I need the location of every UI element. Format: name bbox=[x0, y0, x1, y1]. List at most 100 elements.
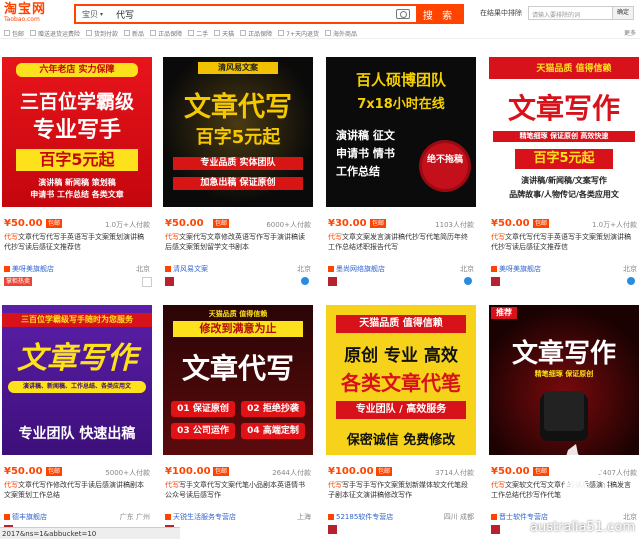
product-price: ¥100.00 bbox=[328, 466, 374, 477]
checkbox[interactable] bbox=[278, 30, 285, 36]
category-label: 宝贝 bbox=[82, 9, 98, 19]
seal-icon bbox=[422, 143, 468, 189]
tmall-icon bbox=[328, 277, 337, 286]
product-title[interactable]: 代写文章文案发言演讲稿代抄写代笔简历年终工作总结述职报告代写 bbox=[328, 232, 474, 262]
product-image[interactable]: 三百位学霸级写手随时为您服务 文章写作 演讲稿、新闻稿、工作总结、各类应用文 专… bbox=[2, 305, 152, 455]
shop-icon bbox=[491, 266, 497, 272]
checkbox[interactable] bbox=[324, 30, 331, 36]
checkbox[interactable] bbox=[30, 30, 37, 36]
product-image[interactable]: 天猫品质 值得信赖 文章写作 精笔细琢 保证原创 高效快速 百字5元起 演讲稿/… bbox=[489, 57, 639, 207]
filter-item[interactable]: 7+天内退货 bbox=[278, 29, 319, 38]
filter-item[interactable]: 正品保障 bbox=[240, 29, 272, 38]
product-title[interactable]: 代写文章代写作修改代写手读后感演讲稿剧本文案策划工作总结 bbox=[4, 480, 150, 510]
product-card[interactable]: 六年老店 实力保障 三百位学霸级 专业写手 百字5元起 演讲稿 新闻稿 策划稿 … bbox=[2, 57, 152, 287]
checkbox[interactable] bbox=[214, 30, 221, 36]
wangwang-icon[interactable] bbox=[142, 277, 152, 287]
product-card[interactable]: 百人硕博团队 7x18小时在线 演讲稿 征文 申请书 情书 工作总结 绝不拖稿 … bbox=[326, 57, 476, 287]
filter-item[interactable]: 天猫 bbox=[214, 29, 234, 38]
product-price: ¥30.00 bbox=[328, 218, 367, 229]
free-shipping-badge: 包邮 bbox=[376, 467, 393, 476]
tmall-badge bbox=[328, 525, 337, 534]
shop-link[interactable]: 美呀美旗舰店 bbox=[491, 264, 541, 274]
watermark: australia51.com bbox=[530, 440, 640, 539]
search-button[interactable]: 搜 索 bbox=[416, 6, 462, 22]
shop-link[interactable]: 德丰旗舰店 bbox=[4, 512, 47, 522]
product-card[interactable]: 天猫品质 值得信赖 修改到满意为止 文章代写 01 保证原创 02 拒绝抄袭 0… bbox=[163, 305, 313, 535]
product-title[interactable]: 代写文章代写代写手英语写手文案策划演讲稿代抄写读后感征文推荐信 bbox=[4, 232, 150, 262]
tmall-icon bbox=[328, 525, 337, 534]
shop-location: 北京 bbox=[136, 265, 150, 273]
product-image[interactable]: 清风易文案 文章代写 百字5元起 专业品质 实体团队 加急出稿 保证原创 bbox=[163, 57, 313, 207]
search-category-select[interactable]: 宝贝 ▾ bbox=[76, 6, 110, 22]
checkbox[interactable] bbox=[4, 30, 10, 36]
watermark-text: australia51.com bbox=[530, 520, 636, 535]
product-price: ¥50.00 bbox=[165, 218, 204, 229]
free-shipping-badge: 包邮 bbox=[533, 219, 550, 228]
taobao-logo[interactable]: 淘宝网 Taobao.com bbox=[4, 3, 64, 25]
search-bar: 宝贝 ▾ 代写 搜 索 bbox=[74, 4, 464, 24]
sold-count: 1.0万+人付款 bbox=[105, 221, 150, 229]
shop-location: 广东 广州 bbox=[119, 513, 150, 521]
checkbox[interactable] bbox=[124, 30, 131, 36]
filter-item[interactable]: 海外商品 bbox=[324, 29, 357, 38]
tmall-icon bbox=[491, 525, 500, 534]
exclude-label: 在结果中排除 bbox=[480, 9, 522, 17]
sold-count: 2644人付款 bbox=[272, 469, 311, 477]
product-image[interactable]: 百人硕博团队 7x18小时在线 演讲稿 征文 申请书 情书 工作总结 绝不拖稿 bbox=[326, 57, 476, 207]
product-card[interactable]: 清风易文案 文章代写 百字5元起 专业品质 实体团队 加急出稿 保证原创 ¥50… bbox=[163, 57, 313, 287]
shop-location: 北京 bbox=[460, 265, 474, 273]
checkbox[interactable] bbox=[86, 30, 93, 36]
shop-link[interactable]: 52185软件专营店 bbox=[328, 512, 393, 522]
logo-cn: 淘宝网 bbox=[4, 2, 47, 17]
camera-icon[interactable] bbox=[396, 9, 410, 19]
shop-link[interactable]: 清风易文案 bbox=[165, 264, 208, 274]
filter-item[interactable]: 包邮 bbox=[4, 29, 24, 38]
exclude-input[interactable]: 请输入要排除的词 bbox=[528, 6, 614, 20]
product-title[interactable]: 代写写手文章代写文案代笔小品剧本英语情书公众号读后感写作 bbox=[165, 480, 311, 510]
product-title[interactable]: 代写文章代写代写手英语写手文案策划演讲稿代抄写读后感征文推荐信 bbox=[491, 232, 637, 262]
shop-icon bbox=[165, 514, 171, 520]
product-card[interactable]: 天猫品质 值得信赖 原创 专业 高效 各类文章代笔 专业团队 / 高效服务 保密… bbox=[326, 305, 476, 535]
shop-link[interactable]: 美呀美旗舰店 bbox=[4, 264, 54, 274]
product-title[interactable]: 代写写手写手写作文案策划新媒体软文代笔段子剧本征文演讲稿修改写作 bbox=[328, 480, 474, 510]
shop-location: 上海 bbox=[297, 513, 311, 521]
product-price: ¥50.00 bbox=[491, 218, 530, 229]
tmall-badge bbox=[491, 525, 500, 534]
sold-count: 5000+人付款 bbox=[105, 469, 150, 477]
logo-en: Taobao.com bbox=[4, 16, 40, 23]
product-image[interactable]: 推荐 文章写作 精笔细琢 保证原创 bbox=[489, 305, 639, 455]
exclude-confirm-button[interactable]: 确定 bbox=[612, 6, 634, 20]
wangwang-icon[interactable] bbox=[627, 277, 635, 285]
tmall-badge bbox=[328, 277, 337, 286]
product-card[interactable]: 天猫品质 值得信赖 文章写作 精笔细琢 保证原创 高效快速 百字5元起 演讲稿/… bbox=[489, 57, 639, 287]
tmall-badge bbox=[491, 277, 500, 286]
product-image[interactable]: 天猫品质 值得信赖 修改到满意为止 文章代写 01 保证原创 02 拒绝抄袭 0… bbox=[163, 305, 313, 455]
search-input[interactable]: 代写 bbox=[110, 8, 396, 21]
product-price: ¥50.00 bbox=[4, 466, 43, 477]
filter-item[interactable]: 正品保障 bbox=[150, 29, 182, 38]
wangwang-icon[interactable] bbox=[464, 277, 472, 285]
product-price: ¥50.00 bbox=[4, 218, 43, 229]
checkbox[interactable] bbox=[240, 30, 247, 36]
filter-item[interactable]: 二手 bbox=[188, 29, 208, 38]
product-card[interactable]: 三百位学霸级写手随时为您服务 文章写作 演讲稿、新闻稿、工作总结、各类应用文 专… bbox=[2, 305, 152, 535]
sold-count: 1103人付款 bbox=[435, 221, 474, 229]
filter-item[interactable]: 货到付款 bbox=[86, 29, 118, 38]
browser-status-bar: 2017&ns=1&abbucket=10 bbox=[0, 527, 180, 539]
shop-link[interactable]: 墨尚网络旗舰店 bbox=[328, 264, 385, 274]
product-image[interactable]: 六年老店 实力保障 三百位学霸级 专业写手 百字5元起 演讲稿 新闻稿 策划稿 … bbox=[2, 57, 152, 207]
header: 淘宝网 Taobao.com 宝贝 ▾ 代写 搜 索 在结果中排除 请输入要排除的… bbox=[0, 0, 640, 28]
shop-link[interactable]: 天锐生活服务专营店 bbox=[165, 512, 236, 522]
filter-more-button[interactable]: 更多 bbox=[624, 28, 636, 37]
filter-item[interactable]: 新品 bbox=[124, 29, 144, 38]
checkbox[interactable] bbox=[150, 30, 157, 36]
product-title[interactable]: 代写文案代写文章修改英语写作写手演讲稿读后感文案策划留学文书剧本 bbox=[165, 232, 311, 262]
product-price: ¥50.00 bbox=[491, 466, 530, 477]
product-image[interactable]: 天猫品质 值得信赖 原创 专业 高效 各类文章代笔 专业团队 / 高效服务 保密… bbox=[326, 305, 476, 455]
tmall-badge bbox=[165, 277, 174, 286]
filter-item[interactable]: 赠送退货运费险 bbox=[30, 29, 80, 38]
hot-badge: 掌柜热卖 bbox=[4, 277, 33, 286]
checkbox[interactable] bbox=[188, 30, 195, 36]
kangaroo-logo-icon bbox=[562, 444, 608, 508]
wangwang-icon[interactable] bbox=[301, 277, 309, 285]
